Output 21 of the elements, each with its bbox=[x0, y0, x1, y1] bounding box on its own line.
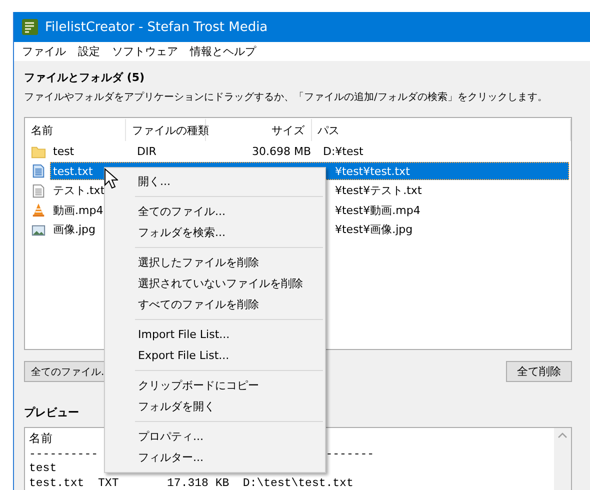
preview-text: ------- bbox=[326, 448, 374, 462]
preview-text: 名前 bbox=[29, 433, 53, 448]
hint-text: ファイルやフォルダをアプリケーションにドラッグするか、「ファイルの追加/フォルダの検索」をクリックします。 bbox=[24, 91, 548, 105]
file-path: D:¥test bbox=[323, 145, 364, 158]
file-size: 30.698 MB bbox=[252, 145, 311, 158]
file-name: test bbox=[53, 145, 74, 158]
file-path: ¥test¥動画.mp4 bbox=[335, 204, 420, 217]
file-name: test.txt bbox=[53, 164, 93, 178]
preview-text: test bbox=[29, 462, 57, 476]
preview-text: ---------- bbox=[29, 448, 98, 462]
file-name: 画像.jpg bbox=[53, 223, 96, 236]
window-title: FilelistCreator - Stefan Trost Media bbox=[45, 20, 268, 34]
file-path: ¥test¥テスト.txt bbox=[335, 184, 422, 198]
preview-heading: プレビュー bbox=[24, 406, 79, 420]
preview-text: test.txt TXT 17.318 KB D:\test\test.txt bbox=[29, 476, 354, 490]
file-name: テスト.txt bbox=[53, 184, 105, 198]
file-type: DIR bbox=[137, 145, 156, 158]
section-heading: ファイルとフォルダ (5) bbox=[24, 71, 145, 85]
file-path: ¥test¥画像.jpg bbox=[335, 223, 413, 236]
file-name: 動画.mp4 bbox=[53, 204, 104, 217]
file-path: ¥test¥test.txt bbox=[335, 164, 410, 178]
